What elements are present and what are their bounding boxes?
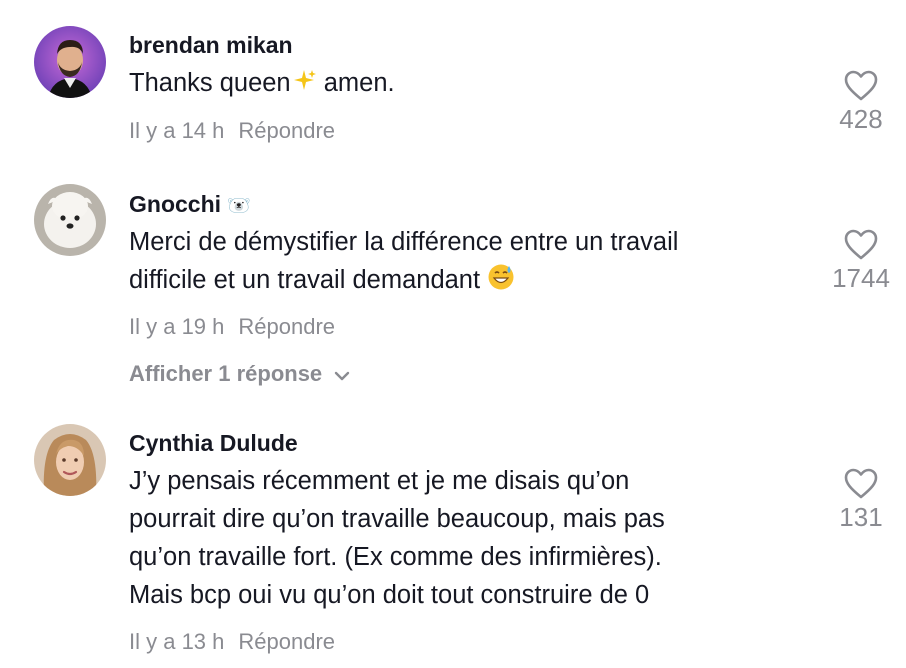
comment-author[interactable]: Gnocchi 🐻‍❄️ bbox=[129, 191, 251, 218]
comment-time: Il y a 14 h bbox=[129, 118, 225, 143]
heart-outline-icon bbox=[844, 229, 878, 260]
reply-button[interactable]: Répondre bbox=[238, 314, 335, 339]
avatar[interactable] bbox=[34, 184, 106, 256]
polar-bear-emoji: 🐻‍❄️ bbox=[227, 196, 251, 217]
avatar[interactable] bbox=[34, 26, 106, 98]
comment-meta: Il y a 19 h Répondre bbox=[129, 314, 335, 340]
like-button[interactable]: 428 bbox=[821, 70, 901, 135]
like-count: 131 bbox=[839, 502, 883, 532]
like-button[interactable]: 131 bbox=[821, 468, 901, 533]
reply-button[interactable]: Répondre bbox=[238, 118, 335, 143]
comment-author[interactable]: brendan mikan bbox=[129, 32, 293, 59]
comment-meta: Il y a 14 h Répondre bbox=[129, 118, 335, 144]
comment-time: Il y a 13 h bbox=[129, 629, 225, 654]
show-replies-button[interactable]: Afficher 1 réponse bbox=[129, 361, 350, 388]
comment-text: Thanks queen amen. bbox=[129, 64, 809, 105]
avatar[interactable] bbox=[34, 424, 106, 496]
comment-meta: Il y a 13 h Répondre bbox=[129, 629, 335, 655]
reply-button[interactable]: Répondre bbox=[238, 629, 335, 654]
comment-time: Il y a 19 h bbox=[129, 314, 225, 339]
chevron-down-icon bbox=[334, 362, 350, 388]
sparkles-emoji bbox=[291, 67, 317, 105]
comment-text: J’y pensais récemment et je me disais qu… bbox=[129, 467, 665, 609]
comment-author[interactable]: Cynthia Dulude bbox=[129, 430, 298, 457]
like-button[interactable]: 1744 bbox=[821, 229, 901, 294]
like-count: 1744 bbox=[832, 263, 890, 293]
heart-outline-icon bbox=[844, 70, 878, 101]
like-count: 428 bbox=[839, 104, 883, 134]
heart-outline-icon bbox=[844, 468, 878, 499]
comment-text: Merci de démystifier la différence entre… bbox=[129, 223, 809, 302]
grinning-sweat-emoji bbox=[487, 263, 515, 302]
